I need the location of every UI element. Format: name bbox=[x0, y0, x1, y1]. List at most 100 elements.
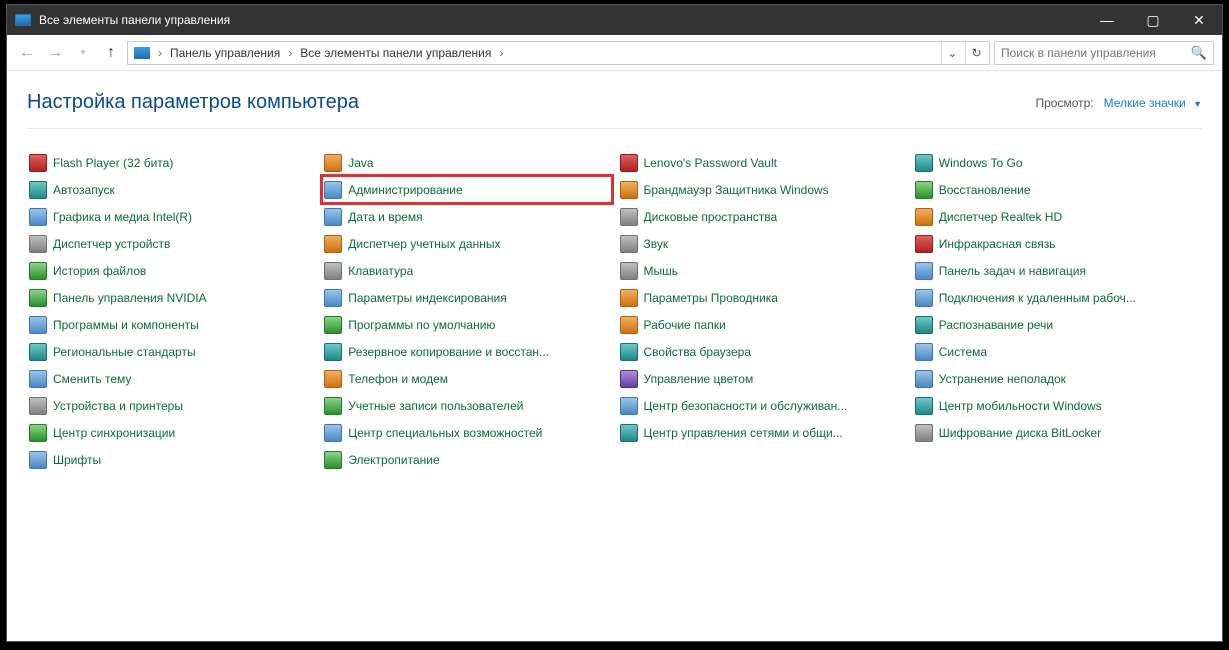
view-by-value: Мелкие значки bbox=[1104, 96, 1186, 110]
cp-item[interactable]: Инфракрасная связь bbox=[913, 230, 1202, 257]
item-icon bbox=[915, 208, 933, 226]
cp-item[interactable]: Система bbox=[913, 338, 1202, 365]
item-label: Учетные записи пользователей bbox=[348, 399, 523, 413]
cp-item[interactable]: Учетные записи пользователей bbox=[322, 392, 611, 419]
back-button[interactable]: ← bbox=[15, 41, 39, 65]
items-grid: Flash Player (32 бита)АвтозапускГрафика … bbox=[7, 149, 1222, 493]
item-label: Центр управления сетями и общи... bbox=[644, 426, 843, 440]
page-title: Настройка параметров компьютера bbox=[27, 91, 1035, 114]
item-label: Программы и компоненты bbox=[53, 318, 199, 332]
cp-item[interactable]: Центр синхронизации bbox=[27, 419, 316, 446]
cp-item[interactable]: Клавиатура bbox=[322, 257, 611, 284]
breadcrumb-segment[interactable]: Панель управления bbox=[166, 46, 284, 60]
item-icon bbox=[620, 181, 638, 199]
cp-item[interactable]: Устройства и принтеры bbox=[27, 392, 316, 419]
search-box[interactable]: 🔍 bbox=[994, 41, 1214, 65]
cp-item[interactable]: Резервное копирование и восстан... bbox=[322, 338, 611, 365]
item-label: Диспетчер устройств bbox=[53, 237, 170, 251]
search-icon[interactable]: 🔍 bbox=[1191, 45, 1207, 61]
item-icon bbox=[324, 208, 342, 226]
cp-item[interactable]: Восстановление bbox=[913, 176, 1202, 203]
item-icon bbox=[324, 154, 342, 172]
cp-item[interactable]: Электропитание bbox=[322, 446, 611, 473]
item-label: Клавиатура bbox=[348, 264, 413, 278]
cp-item[interactable]: Диспетчер Realtek HD bbox=[913, 203, 1202, 230]
item-label: Параметры индексирования bbox=[348, 291, 506, 305]
breadcrumb-history-dropdown[interactable]: ⌄ bbox=[941, 42, 963, 64]
refresh-button[interactable]: ↻ bbox=[965, 42, 987, 64]
cp-item[interactable]: Региональные стандарты bbox=[27, 338, 316, 365]
cp-item[interactable]: Рабочие папки bbox=[618, 311, 907, 338]
item-icon bbox=[620, 316, 638, 334]
cp-item[interactable]: Java bbox=[322, 149, 611, 176]
item-icon bbox=[915, 316, 933, 334]
cp-item[interactable]: Параметры индексирования bbox=[322, 284, 611, 311]
item-label: Брандмауэр Защитника Windows bbox=[644, 183, 829, 197]
item-label: Центр специальных возможностей bbox=[348, 426, 542, 440]
cp-item[interactable]: Свойства браузера bbox=[618, 338, 907, 365]
cp-item[interactable]: История файлов bbox=[27, 257, 316, 284]
cp-item[interactable]: Программы и компоненты bbox=[27, 311, 316, 338]
item-label: Мышь bbox=[644, 264, 679, 278]
view-by-dropdown[interactable]: Мелкие значки ▼ bbox=[1104, 96, 1202, 110]
cp-item[interactable]: Диспетчер устройств bbox=[27, 230, 316, 257]
cp-item[interactable]: Панель управления NVIDIA bbox=[27, 284, 316, 311]
cp-item[interactable]: Брандмауэр Защитника Windows bbox=[618, 176, 907, 203]
cp-item[interactable]: Сменить тему bbox=[27, 365, 316, 392]
cp-item[interactable]: Программы по умолчанию bbox=[322, 311, 611, 338]
item-label: Панель управления NVIDIA bbox=[53, 291, 207, 305]
window-title: Все элементы панели управления bbox=[39, 13, 1084, 27]
breadcrumb[interactable]: › Панель управления › Все элементы панел… bbox=[127, 41, 990, 65]
close-button[interactable]: ✕ bbox=[1176, 5, 1222, 35]
item-label: Шрифты bbox=[53, 453, 101, 467]
chevron-right-icon[interactable]: › bbox=[156, 46, 164, 60]
search-input[interactable] bbox=[1001, 46, 1191, 60]
breadcrumb-segment[interactable]: Все элементы панели управления bbox=[296, 46, 495, 60]
item-icon bbox=[620, 262, 638, 280]
cp-item[interactable]: Панель задач и навигация bbox=[913, 257, 1202, 284]
item-label: Диспетчер Realtek HD bbox=[939, 210, 1062, 224]
item-icon bbox=[620, 208, 638, 226]
item-label: История файлов bbox=[53, 264, 146, 278]
cp-item[interactable]: Центр управления сетями и общи... bbox=[618, 419, 907, 446]
cp-item[interactable]: Автозапуск bbox=[27, 176, 316, 203]
cp-item[interactable]: Устранение неполадок bbox=[913, 365, 1202, 392]
cp-item[interactable]: Звук bbox=[618, 230, 907, 257]
cp-item[interactable]: Подключения к удаленным рабоч... bbox=[913, 284, 1202, 311]
maximize-button[interactable]: ▢ bbox=[1130, 5, 1176, 35]
cp-item[interactable]: Параметры Проводника bbox=[618, 284, 907, 311]
chevron-right-icon[interactable]: › bbox=[497, 46, 505, 60]
cp-item[interactable]: Центр мобильности Windows bbox=[913, 392, 1202, 419]
cp-item[interactable]: Дисковые пространства bbox=[618, 203, 907, 230]
chevron-down-icon: ▼ bbox=[1193, 99, 1202, 109]
recent-dropdown[interactable]: ▾ bbox=[71, 41, 95, 65]
item-label: Диспетчер учетных данных bbox=[348, 237, 500, 251]
item-icon bbox=[620, 154, 638, 172]
cp-item[interactable]: Windows To Go bbox=[913, 149, 1202, 176]
cp-item[interactable]: Центр безопасности и обслуживан... bbox=[618, 392, 907, 419]
minimize-button[interactable]: — bbox=[1084, 5, 1130, 35]
cp-item[interactable]: Центр специальных возможностей bbox=[322, 419, 611, 446]
cp-item[interactable]: Диспетчер учетных данных bbox=[322, 230, 611, 257]
item-label: Резервное копирование и восстан... bbox=[348, 345, 549, 359]
cp-item[interactable]: Дата и время bbox=[322, 203, 611, 230]
cp-item[interactable]: Flash Player (32 бита) bbox=[27, 149, 316, 176]
item-label: Центр безопасности и обслуживан... bbox=[644, 399, 848, 413]
cp-item[interactable]: Управление цветом bbox=[618, 365, 907, 392]
cp-item[interactable]: Телефон и модем bbox=[322, 365, 611, 392]
cp-item[interactable]: Администрирование bbox=[322, 176, 611, 203]
item-label: Параметры Проводника bbox=[644, 291, 778, 305]
cp-item[interactable]: Шифрование диска BitLocker bbox=[913, 419, 1202, 446]
chevron-right-icon[interactable]: › bbox=[286, 46, 294, 60]
item-label: Рабочие папки bbox=[644, 318, 726, 332]
forward-button[interactable]: → bbox=[43, 41, 67, 65]
cp-item[interactable]: Распознавание речи bbox=[913, 311, 1202, 338]
cp-item[interactable]: Мышь bbox=[618, 257, 907, 284]
cp-item[interactable]: Lenovo's Password Vault bbox=[618, 149, 907, 176]
item-label: Lenovo's Password Vault bbox=[644, 156, 777, 170]
item-icon bbox=[29, 370, 47, 388]
cp-item[interactable]: Шрифты bbox=[27, 446, 316, 473]
up-button[interactable]: ↑ bbox=[99, 41, 123, 65]
item-label: Устройства и принтеры bbox=[53, 399, 183, 413]
cp-item[interactable]: Графика и медиа Intel(R) bbox=[27, 203, 316, 230]
